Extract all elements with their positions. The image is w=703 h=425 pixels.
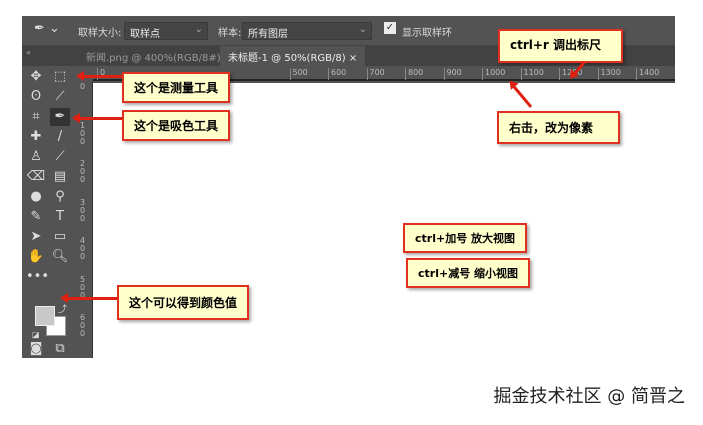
ruler-tick-label: 600 xyxy=(328,68,346,80)
tab-label: 新闻.png @ 400%(RGB/8#) xyxy=(86,53,221,64)
ruler-tick-label: 500 xyxy=(80,274,86,300)
blur-tool-icon[interactable]: ● xyxy=(26,188,46,206)
brush-tool-icon[interactable]: / xyxy=(50,128,70,146)
gradient-tool-icon[interactable]: ▤ xyxy=(50,168,70,186)
arrow-icon xyxy=(60,293,118,303)
sample-size-select[interactable]: 取样点 ⌄ xyxy=(124,22,208,40)
annotation-zoom-in: ctrl+加号 放大视图 xyxy=(403,223,528,253)
annotation-zoom-out: ctrl+减号 缩小视图 xyxy=(406,258,531,288)
eraser-tool-icon[interactable]: ⌫ xyxy=(26,168,46,186)
sample-label: 样本: xyxy=(218,28,242,39)
foreground-color-swatch[interactable] xyxy=(35,306,55,326)
marquee-tool-icon[interactable]: ⬚ xyxy=(50,68,70,86)
sample-size-value: 取样点 xyxy=(130,29,160,40)
hand-tool-icon[interactable]: ✋ xyxy=(26,248,46,266)
screen-mode-icon[interactable]: ⧉ xyxy=(50,340,70,358)
chevron-down-icon: ⌄ xyxy=(358,24,367,35)
ruler-tick-label: 1300 xyxy=(597,68,621,80)
tab-news[interactable]: 新闻.png @ 400%(RGB/8#) × xyxy=(78,46,240,66)
quick-select-tool-icon[interactable]: ⟋ xyxy=(50,88,70,106)
move-tool-icon[interactable]: ✥ xyxy=(26,68,46,86)
ruler-tick-label: 100 xyxy=(80,120,86,146)
ruler-tick-label: 300 xyxy=(80,197,86,223)
type-tool-icon[interactable]: T xyxy=(50,208,70,226)
collapse-icon[interactable]: « xyxy=(26,48,31,57)
annotation-right-click-pixels: 右击，改为像素 xyxy=(497,111,621,144)
eyedropper-tool-icon[interactable]: ✒ xyxy=(50,108,70,126)
tab-untitled[interactable]: 未标题-1 @ 50%(RGB/8) × xyxy=(220,46,366,66)
ruler-tick-label: 1100 xyxy=(520,68,544,80)
tab-label: 未标题-1 @ 50%(RGB/8) xyxy=(228,53,346,64)
pen-tool-icon[interactable]: ✎ xyxy=(26,208,46,226)
crop-tool-icon[interactable]: ⌗ xyxy=(26,108,46,126)
annotation-measure-tool: 这个是测量工具 xyxy=(122,72,231,103)
ruler-tick-label: 0 xyxy=(80,82,86,91)
ruler-tick-label: 500 xyxy=(289,68,308,80)
annotation-ruler-shortcut: ctrl+r 调出标尺 xyxy=(498,29,624,63)
tools-panel: ✥ ⬚ ʘ ⟋ ⌗ ✒ ✚ / ♙ ⟋ ⌫ ▤ ● ⚲ ✎ T ➤ ▭ ✋ 🔍︎… xyxy=(22,66,72,358)
rectangle-tool-icon[interactable]: ▭ xyxy=(50,228,70,246)
lasso-tool-icon[interactable]: ʘ xyxy=(26,88,46,106)
vertical-ruler[interactable]: 0 100 200 300 400 500 600 xyxy=(78,81,93,358)
show-ring-label: 显示取样环 xyxy=(402,28,452,39)
history-brush-icon[interactable]: ⟋ xyxy=(50,148,70,166)
more-tools-icon[interactable]: ••• xyxy=(26,268,49,286)
watermark: 掘金技术社区 @ 简晋之 xyxy=(493,386,685,407)
sample-select[interactable]: 所有图层 ⌄ xyxy=(242,22,372,40)
close-icon[interactable]: × xyxy=(349,53,357,64)
ruler-tick-label: 200 xyxy=(80,159,86,184)
path-select-icon[interactable]: ➤ xyxy=(26,228,46,246)
sample-size-label: 取样大小: xyxy=(78,28,122,39)
show-ring-checkbox[interactable]: ✓ xyxy=(384,22,396,34)
healing-brush-icon[interactable]: ✚ xyxy=(26,128,46,146)
ruler-tick-label: 700 xyxy=(366,68,385,80)
ruler-tick-label: 600 xyxy=(80,313,86,338)
stamp-tool-icon[interactable]: ♙ xyxy=(26,148,46,166)
ruler-tick-label: 1400 xyxy=(636,68,659,80)
chevron-down-icon: ⌄ xyxy=(194,24,203,35)
ruler-tick-label: 0 xyxy=(97,68,105,80)
dodge-tool-icon[interactable]: ⚲ xyxy=(50,188,70,206)
sample-value: 所有图层 xyxy=(248,29,288,40)
annotation-color-value: 这个可以得到颜色值 xyxy=(117,285,250,320)
ruler-tick-label: 1000 xyxy=(482,68,505,80)
arrow-icon xyxy=(76,71,122,81)
annotation-eyedropper-tool: 这个是吸色工具 xyxy=(122,110,231,141)
ruler-tick-label: 400 xyxy=(80,236,86,261)
ruler-tick-label: 900 xyxy=(443,68,462,80)
quick-mask-icon[interactable]: ◙ xyxy=(26,340,46,358)
arrow-icon xyxy=(72,113,122,123)
ruler-tick-label: 800 xyxy=(405,68,423,80)
default-colors-icon[interactable]: ◪ xyxy=(32,330,40,339)
swap-colors-icon[interactable]: ⤴ xyxy=(58,302,67,315)
zoom-tool-icon[interactable]: 🔍︎ xyxy=(50,248,70,266)
eyedropper-tool-preset-icon[interactable]: ✒ ⌄ xyxy=(34,21,60,36)
